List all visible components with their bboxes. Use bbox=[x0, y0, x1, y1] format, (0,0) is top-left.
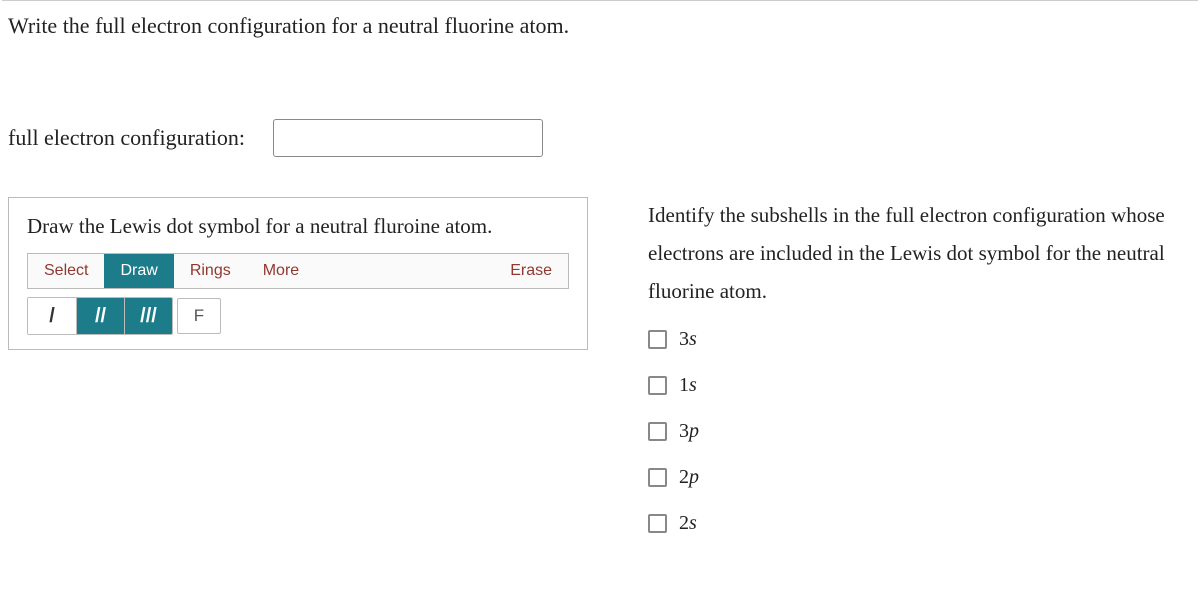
checkbox-1s[interactable] bbox=[648, 376, 667, 395]
checkbox-2p[interactable] bbox=[648, 468, 667, 487]
lewis-drawing-panel: Draw the Lewis dot symbol for a neutral … bbox=[8, 197, 588, 350]
option-label: 3p bbox=[679, 413, 699, 449]
checkbox-2s[interactable] bbox=[648, 514, 667, 533]
single-bond-tool[interactable]: / bbox=[28, 298, 76, 334]
option-label: 3s bbox=[679, 321, 697, 357]
option-label: 2p bbox=[679, 459, 699, 495]
list-item: 3p bbox=[648, 408, 1188, 454]
config-input-row: full electron configuration: bbox=[0, 39, 1200, 197]
toolbar-spacer bbox=[315, 254, 494, 288]
input-label: full electron configuration: bbox=[8, 125, 245, 151]
question-prompt: Write the full electron configuration fo… bbox=[0, 9, 1200, 39]
triple-bond-tool[interactable]: /// bbox=[124, 298, 172, 334]
element-tool[interactable]: F bbox=[177, 298, 221, 334]
list-item: 2s bbox=[648, 500, 1188, 546]
subshell-question-text: Identify the subshells in the full elect… bbox=[648, 197, 1188, 310]
bond-tool-group: / // /// bbox=[27, 297, 173, 335]
checkbox-3s[interactable] bbox=[648, 330, 667, 349]
subshell-question-block: Identify the subshells in the full elect… bbox=[648, 197, 1188, 546]
lewis-toolbar: Select Draw Rings More Erase bbox=[27, 253, 569, 289]
more-button[interactable]: More bbox=[247, 254, 315, 288]
subshell-checklist: 3s 1s 3p 2p 2s bbox=[648, 316, 1188, 546]
option-label: 1s bbox=[679, 367, 697, 403]
list-item: 3s bbox=[648, 316, 1188, 362]
double-bond-tool[interactable]: // bbox=[76, 298, 124, 334]
erase-button[interactable]: Erase bbox=[494, 254, 568, 288]
list-item: 1s bbox=[648, 362, 1188, 408]
lewis-tool-row: / // /// F bbox=[27, 297, 569, 335]
option-label: 2s bbox=[679, 505, 697, 541]
rings-button[interactable]: Rings bbox=[174, 254, 247, 288]
draw-button[interactable]: Draw bbox=[104, 254, 173, 288]
lewis-prompt: Draw the Lewis dot symbol for a neutral … bbox=[9, 198, 587, 253]
divider-top bbox=[2, 0, 1198, 1]
checkbox-3p[interactable] bbox=[648, 422, 667, 441]
select-button[interactable]: Select bbox=[28, 254, 104, 288]
electron-config-input[interactable] bbox=[273, 119, 543, 157]
list-item: 2p bbox=[648, 454, 1188, 500]
